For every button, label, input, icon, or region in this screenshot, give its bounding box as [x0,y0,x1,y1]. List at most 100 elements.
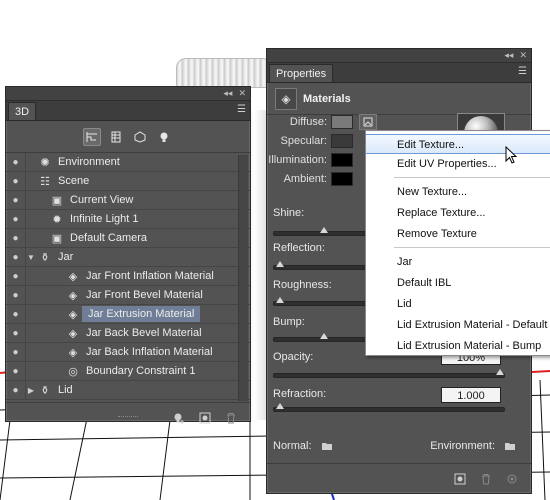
visibility-eye-icon[interactable]: ● [6,209,26,229]
layer-row-jar-front-inflation[interactable]: ● ◈ Jar Front Inflation Material [6,266,250,286]
visibility-eye-icon[interactable]: ● [6,361,26,381]
page-title: Materials [303,92,351,105]
layer-label: Jar Front Bevel Material [86,289,203,301]
close-icon[interactable]: ✕ [238,88,246,99]
ambient-color-swatch[interactable] [331,172,353,186]
layer-row-jar[interactable]: ● ▼ ⚱ Jar [6,247,250,267]
close-icon[interactable]: ✕ [519,50,527,61]
slider-thumb[interactable] [496,369,504,375]
environment-icon: ✺ [40,156,50,169]
menu-item-lid-extrusion-default[interactable]: Lid Extrusion Material - Default [366,315,550,335]
menu-item-lid[interactable]: Lid [366,294,550,314]
material-icon: ◈ [68,346,78,359]
reset-icon[interactable] [503,470,521,488]
layer-row-boundary-constraint[interactable]: ● ◎ Boundary Constraint 1 [6,361,250,381]
layer-label: Default Camera [70,232,148,244]
layer-label: Jar Back Inflation Material [86,346,213,358]
menu-item-remove-texture[interactable]: Remove Texture [366,224,550,244]
shine-label: Shine: [273,207,305,219]
texture-menu-icon[interactable] [359,114,377,130]
layer-label: Jar [58,251,74,263]
visibility-eye-icon[interactable]: ● [6,247,26,267]
visibility-eye-icon[interactable]: ● [6,228,26,248]
layer-row-infinite-light[interactable]: ● ✹ Infinite Light 1 [6,209,250,229]
diffuse-label: Diffuse: [289,116,327,128]
scene-layer-list[interactable]: ● ✺ Environment ● ☷ Scene ● ▣ Current Vi… [6,152,250,403]
collapse-icon[interactable]: ◂◂ [223,88,232,99]
illumination-color-swatch[interactable] [331,153,353,167]
visibility-eye-icon[interactable]: ● [6,323,26,343]
visibility-eye-icon[interactable]: ● [6,304,26,324]
slider-thumb[interactable] [276,261,284,267]
expand-toggle-icon[interactable]: ▼ [26,253,36,262]
visibility-eye-icon[interactable]: ● [6,190,26,210]
render-icon[interactable] [196,409,214,427]
menu-item-new-texture[interactable]: New Texture... [366,182,550,202]
mouse-cursor-icon [505,146,518,164]
layer-label: Boundary Constraint 1 [86,365,196,377]
camera-icon: ▣ [51,194,63,207]
ambient-label: Ambient: [283,173,327,185]
layer-label: Scene [58,175,90,187]
panel-properties-tabbar: Properties ☰ [267,63,531,83]
delete-trash-icon[interactable] [477,470,495,488]
environment-folder-icon[interactable] [501,437,519,455]
slider-thumb[interactable] [276,403,284,409]
panel-3d-titlebar[interactable]: ◂◂ ✕ [6,87,250,101]
visibility-eye-icon[interactable]: ● [6,266,26,286]
layer-row-scene[interactable]: ● ☷ Scene [6,171,250,191]
layer-row-jar-back-inflation[interactable]: ● ◈ Jar Back Inflation Material [6,342,250,362]
specular-label: Specular: [280,135,327,147]
layer-list-scrollbar[interactable] [238,155,248,401]
tab-properties[interactable]: Properties [269,64,334,82]
layer-label: Lid [58,384,73,396]
add-light-icon[interactable] [170,409,188,427]
refraction-slider[interactable] [273,403,505,412]
bump-label: Bump: [273,316,305,328]
layer-row-jar-front-bevel[interactable]: ● ◈ Jar Front Bevel Material [6,285,250,305]
filter-lights-icon[interactable] [155,128,173,146]
visibility-eye-icon[interactable]: ● [6,152,26,172]
light-icon: ✹ [52,213,62,226]
visibility-eye-icon[interactable]: ● [6,171,26,191]
filter-materials-icon[interactable] [131,128,149,146]
filter-meshes-icon[interactable] [107,128,125,146]
filter-toolbar [6,121,250,153]
menu-item-edit-texture[interactable]: Edit Texture... [366,134,550,154]
refraction-field[interactable]: 1.000 [441,387,501,403]
expand-toggle-icon[interactable]: ▶ [26,386,36,395]
layer-row-lid[interactable]: ● ▶ ⚱ Lid [6,380,250,400]
visibility-eye-icon[interactable]: ● [6,380,26,400]
panel-menu-icon[interactable]: ☰ [518,66,527,77]
layer-row-current-view[interactable]: ● ▣ Current View [6,190,250,210]
slider-thumb[interactable] [320,227,328,233]
panel-properties-titlebar[interactable]: ◂◂ ✕ [267,49,531,63]
specular-color-swatch[interactable] [331,134,353,148]
diffuse-color-swatch[interactable] [331,115,353,129]
menu-item-lid-extrusion-bump[interactable]: Lid Extrusion Material - Bump [366,336,550,356]
opacity-slider[interactable] [273,369,505,378]
menu-item-jar[interactable]: Jar [366,252,550,272]
filter-whole-scene-icon[interactable] [83,127,101,146]
layer-row-jar-extrusion[interactable]: ● ◈ Jar Extrusion Material [6,304,250,324]
panel-3d-tabbar: 3D ☰ [6,101,250,121]
visibility-eye-icon[interactable]: ● [6,342,26,362]
layer-row-default-camera[interactable]: ● ▣ Default Camera [6,228,250,248]
tab-3d[interactable]: 3D [8,102,37,120]
layer-row-jar-back-bevel[interactable]: ● ◈ Jar Back Bevel Material [6,323,250,343]
3d-panel: ◂◂ ✕ 3D ☰ ● ✺ Environment ● ☷ Scene ● ▣ … [5,86,251,424]
normal-folder-icon[interactable] [318,437,336,455]
menu-item-replace-texture[interactable]: Replace Texture... [366,203,550,223]
menu-item-edit-uv-properties[interactable]: Edit UV Properties... [366,154,550,174]
render-icon[interactable] [451,470,469,488]
panel-menu-icon[interactable]: ☰ [237,104,246,115]
slider-thumb[interactable] [320,333,328,339]
menu-item-default-ibl[interactable]: Default IBL [366,273,550,293]
layer-row-environment[interactable]: ● ✺ Environment [6,152,250,172]
visibility-eye-icon[interactable]: ● [6,285,26,305]
panel-properties-footer [267,463,531,493]
panel-resize-grip[interactable] [118,416,138,419]
delete-trash-icon[interactable] [222,409,240,427]
collapse-icon[interactable]: ◂◂ [504,50,513,61]
slider-thumb[interactable] [276,297,284,303]
